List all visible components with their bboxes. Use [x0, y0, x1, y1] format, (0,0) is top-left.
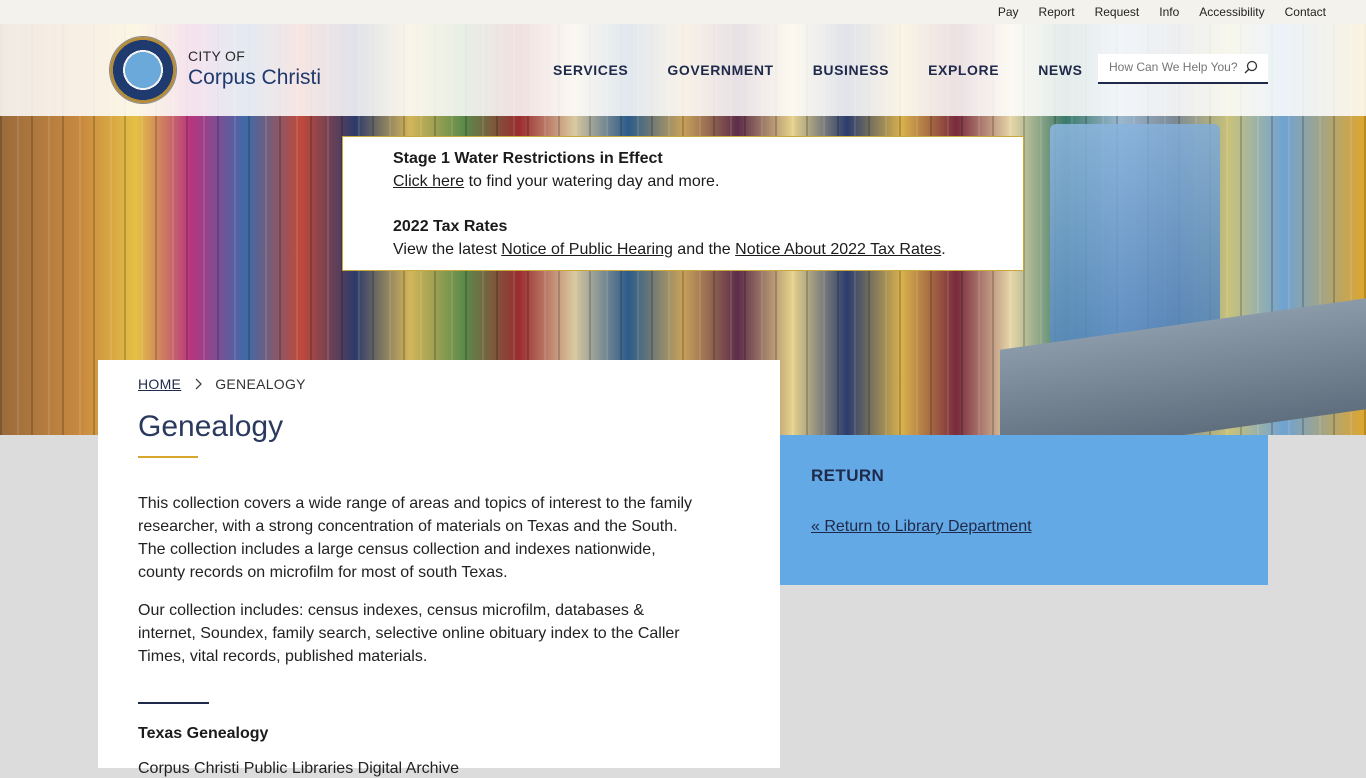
utility-link-contact[interactable]: Contact [1275, 5, 1336, 19]
utility-nav: Pay Report Request Info Accessibility Co… [988, 5, 1336, 19]
digital-archive-text: Corpus Christi Public Libraries Digital … [138, 760, 460, 777]
search-icon[interactable] [1244, 60, 1258, 74]
alert-text-and: and the [672, 241, 736, 258]
utility-link-request[interactable]: Request [1085, 5, 1150, 19]
alert-text-period: . [941, 241, 946, 258]
breadcrumb-home[interactable]: HOME [138, 376, 181, 392]
alert-link-public-hearing[interactable]: Notice of Public Hearing [501, 241, 673, 258]
nav-government[interactable]: GOVERNMENT [667, 62, 773, 78]
section-title-texas-genealogy: Texas Genealogy [138, 725, 269, 742]
alert-text-view: View the latest [393, 241, 502, 258]
utility-link-info[interactable]: Info [1149, 5, 1189, 19]
main-nav: SERVICES GOVERNMENT BUSINESS EXPLORE NEW… [553, 62, 1122, 78]
search-box [1098, 54, 1268, 84]
utility-link-accessibility[interactable]: Accessibility [1189, 5, 1274, 19]
city-seal-logo[interactable] [110, 37, 176, 103]
alert-tax-block: 2022 Tax Rates View the latest Notice of… [393, 217, 1023, 260]
alert-box: Stage 1 Water Restrictions in Effect Cli… [342, 136, 1024, 271]
alert-link-click-here[interactable]: Click here [393, 173, 464, 190]
return-to-library-link[interactable]: « Return to Library Department [811, 518, 1032, 536]
nav-services[interactable]: SERVICES [553, 62, 628, 78]
utility-link-report[interactable]: Report [1029, 5, 1085, 19]
logo-city-name[interactable]: Corpus Christi [188, 66, 321, 90]
breadcrumb: HOME GENEALOGY [138, 376, 306, 392]
site-header: CITY OF Corpus Christi SERVICES GOVERNME… [0, 24, 1366, 116]
breadcrumb-current: GENEALOGY [215, 376, 306, 392]
nav-explore[interactable]: EXPLORE [928, 62, 999, 78]
alert-link-tax-rates[interactable]: Notice About 2022 Tax Rates [735, 241, 941, 258]
intro-paragraph: This collection covers a wide range of a… [138, 495, 693, 581]
alert-title-tax: 2022 Tax Rates [393, 218, 508, 235]
alert-title-water: Stage 1 Water Restrictions in Effect [393, 150, 663, 167]
utility-bar: Pay Report Request Info Accessibility Co… [0, 0, 1366, 24]
utility-link-pay[interactable]: Pay [988, 5, 1029, 19]
alert-text-water: Click here to find your watering day and… [393, 172, 1023, 192]
nav-news[interactable]: NEWS [1038, 62, 1082, 78]
page-title: Genealogy [138, 410, 284, 443]
main-content: HOME GENEALOGY Genealogy This collection… [98, 360, 780, 777]
nav-business[interactable]: BUSINESS [813, 62, 889, 78]
search-input[interactable] [1098, 54, 1239, 80]
alert-text-watering: to find your watering day and more. [464, 173, 720, 190]
return-sidebar: RETURN « Return to Library Department [780, 435, 1268, 585]
title-underline [138, 456, 198, 458]
sidebar-heading: RETURN [811, 466, 885, 485]
alert-text-tax: View the latest Notice of Public Hearing… [393, 240, 1023, 260]
collection-paragraph: Our collection includes: census indexes,… [138, 602, 680, 665]
blue-bookend [1050, 124, 1220, 344]
logo-city-of[interactable]: CITY OF [188, 48, 245, 64]
section-divider [138, 702, 209, 704]
chevron-right-icon [195, 378, 203, 390]
